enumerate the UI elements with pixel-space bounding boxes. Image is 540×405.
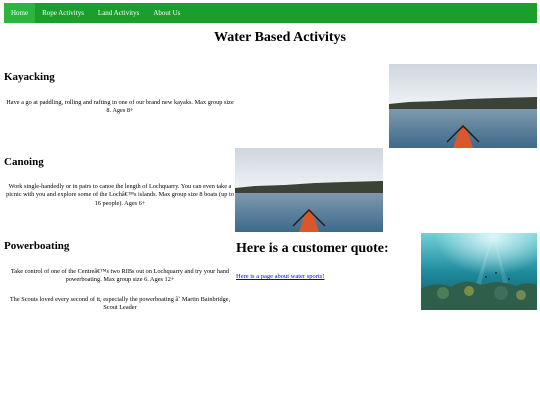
kayacking-heading: Kayacking	[4, 71, 55, 83]
nav-land-activities-link[interactable]: Land Activitys	[91, 3, 146, 23]
canoe-lake-photo	[235, 148, 383, 232]
customer-quote-heading: Here is a customer quote:	[236, 241, 389, 256]
underwater-reef-photo	[421, 233, 537, 310]
nav-home-link[interactable]: Home	[4, 3, 36, 23]
powerboating-description: Take control of one of the Centreâ€™s tw…	[10, 268, 230, 284]
canoing-description: Work single-handedly or in pairs to cano…	[6, 183, 234, 207]
nav-rope-activities-link[interactable]: Rope Activitys	[35, 3, 91, 23]
navbar: Home Rope Activitys Land Activitys About…	[4, 3, 537, 23]
customer-quote-text: The Scouts loved every second of it, esp…	[9, 296, 231, 312]
kayacking-description: Have a go at paddling, rolling and rafti…	[6, 99, 234, 115]
powerboating-heading: Powerboating	[4, 240, 70, 252]
page-title: Water Based Activitys	[214, 30, 346, 45]
canoing-heading: Canoing	[4, 156, 44, 168]
kayak-lake-photo	[389, 64, 537, 148]
nav-about-us-link[interactable]: About Us	[146, 3, 187, 23]
water-sports-page-link[interactable]: Here is a page about water sports!	[236, 273, 324, 280]
